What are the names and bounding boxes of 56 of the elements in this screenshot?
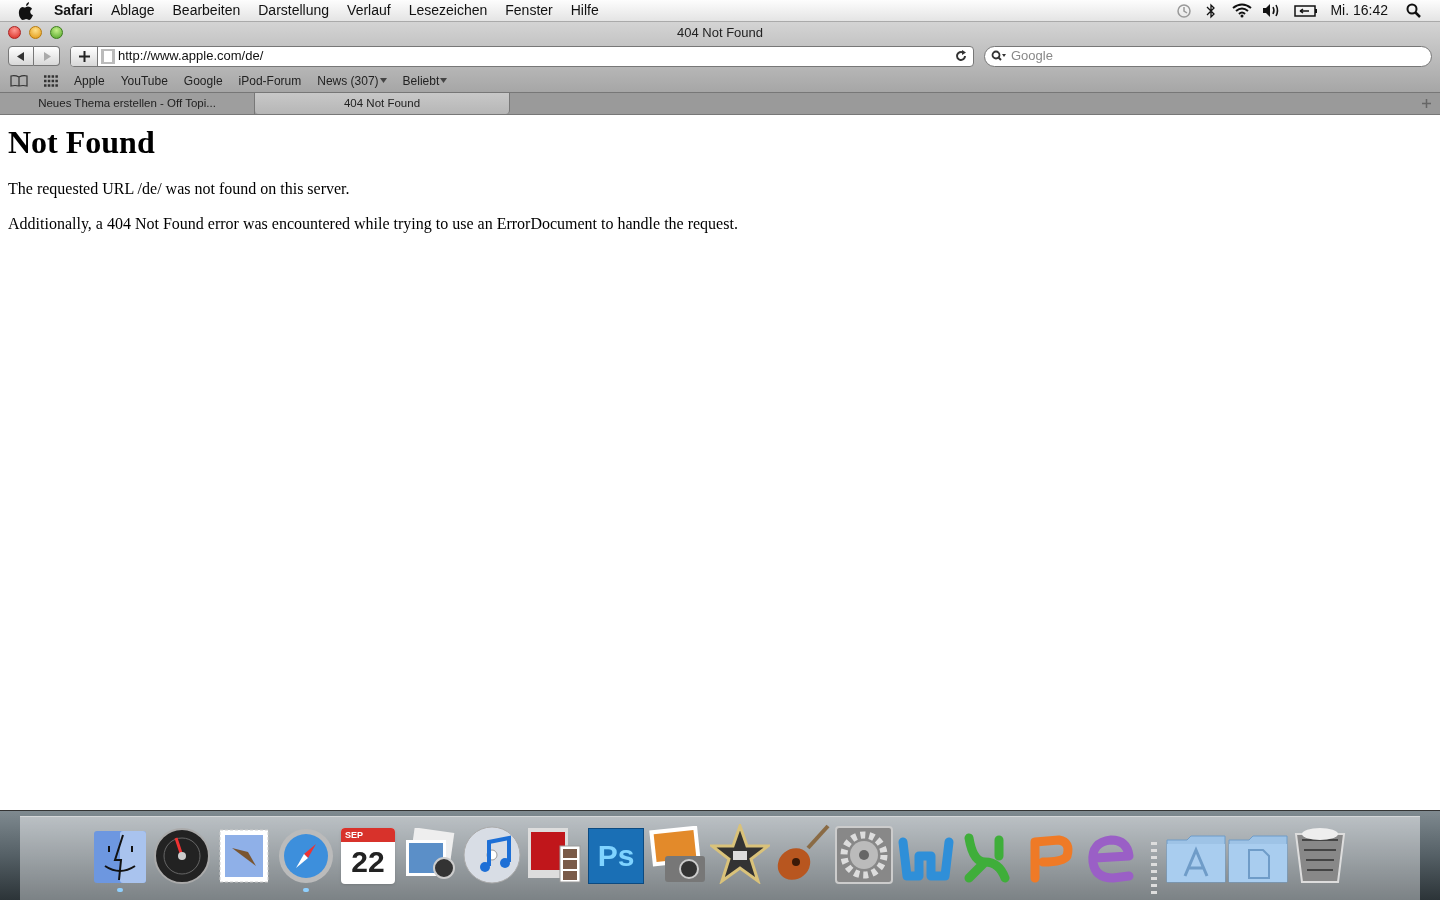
bluetooth-icon[interactable] — [1206, 2, 1217, 19]
curtain-booth-icon[interactable] — [526, 826, 582, 884]
browser-tab[interactable]: 404 Not Found — [255, 93, 510, 114]
menu-app-name[interactable]: Safari — [54, 0, 93, 21]
battery-icon[interactable] — [1294, 3, 1319, 18]
calendar-month: SEP — [341, 828, 395, 842]
running-indicator — [117, 888, 123, 892]
search-icon[interactable] — [1406, 2, 1422, 19]
star-icon[interactable] — [710, 824, 770, 884]
bookmark-link[interactable]: iPod-Forum — [238, 71, 302, 90]
bookmark-link[interactable]: News (307) — [317, 71, 387, 90]
photoshop-label: Ps — [597, 841, 635, 871]
running-indicator — [303, 888, 309, 892]
open-book-icon[interactable] — [10, 74, 28, 87]
speaker-icon[interactable] — [1262, 3, 1281, 18]
menu-item[interactable]: Darstellung — [258, 0, 330, 21]
menu-item[interactable]: Bearbeiten — [172, 0, 241, 21]
minimize-button[interactable] — [29, 26, 42, 39]
calendar-day: 22 — [341, 842, 395, 882]
menu-item[interactable]: Fenster — [505, 0, 553, 21]
camera-photo-icon[interactable] — [649, 826, 707, 884]
search-field[interactable]: Google — [984, 45, 1432, 67]
trash-icon[interactable] — [1294, 826, 1346, 884]
page-paragraph: Additionally, a 404 Not Found error was encountered while trying to use an ErrorDocument to handle the request. — [8, 214, 739, 233]
menu-item[interactable]: Hilfe — [570, 0, 599, 21]
search-icon — [991, 50, 1007, 62]
page-heading: Not Found — [8, 123, 156, 161]
menu-clock[interactable]: Mi. 16:42 — [1330, 0, 1388, 21]
wifi-icon[interactable] — [1232, 3, 1253, 18]
dock-item[interactable]: SEP 22 — [337, 818, 399, 896]
bookmark-link[interactable]: Apple — [74, 71, 105, 90]
gear-icon[interactable] — [835, 826, 893, 884]
clock-history-icon[interactable] — [1176, 2, 1193, 19]
close-button[interactable] — [8, 26, 21, 39]
apple-logo-icon[interactable] — [18, 1, 34, 20]
browser-tab[interactable]: Neues Thema erstellen - Off Topi... — [0, 93, 255, 114]
window-title: 404 Not Found — [677, 23, 763, 42]
menu-item[interactable]: Ablage — [110, 0, 155, 21]
zoom-button[interactable] — [50, 26, 63, 39]
gauge-icon[interactable] — [154, 828, 210, 884]
menu-item[interactable]: Lesezeichen — [408, 0, 488, 21]
dropdown-arrow-icon — [440, 78, 448, 83]
page-paragraph: The requested URL /de/ was not found on this server. — [8, 179, 351, 198]
dropdown-arrow-icon — [379, 78, 387, 83]
music-disc-icon[interactable] — [463, 826, 521, 884]
back-button[interactable] — [8, 46, 34, 66]
grid-icon[interactable] — [44, 74, 58, 87]
finder-face-icon[interactable] — [93, 830, 147, 884]
forward-button[interactable] — [34, 46, 60, 66]
bookmark-link[interactable]: Beliebt — [402, 71, 448, 90]
bookmark-link[interactable]: YouTube — [120, 71, 168, 90]
bookmark-link[interactable]: Google — [183, 71, 223, 90]
stamp-icon[interactable] — [218, 828, 270, 884]
calendar-icon[interactable]: SEP 22 — [341, 828, 395, 884]
menu-item[interactable]: Verlauf — [347, 0, 391, 21]
search-placeholder: Google — [1011, 47, 1053, 66]
